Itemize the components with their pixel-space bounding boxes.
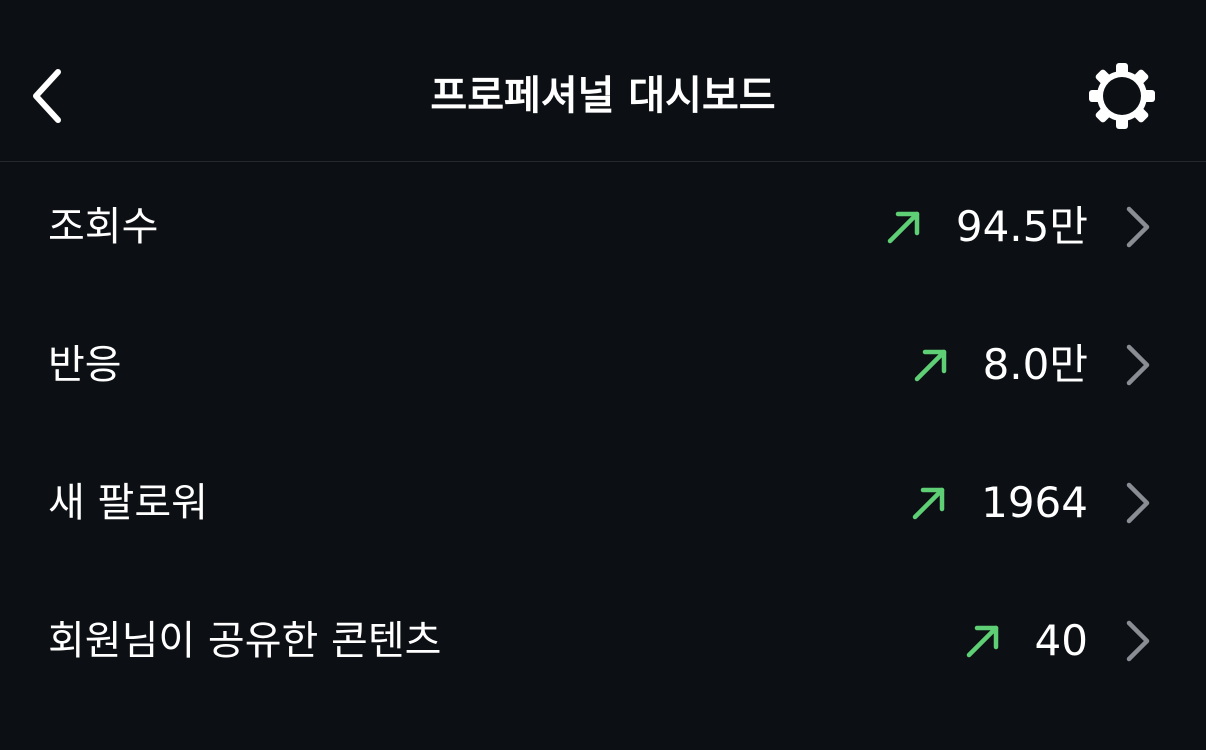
- trend-up-arrow-icon: [911, 345, 951, 385]
- gear-icon: [1089, 63, 1155, 129]
- metric-value-group: 40: [963, 611, 1154, 671]
- metric-row-shared-content[interactable]: 회원님이 공유한 콘텐츠 40: [0, 572, 1206, 710]
- metric-value: 40: [1034, 616, 1088, 665]
- metric-value-group: 94.5만: [884, 197, 1154, 257]
- metric-label: 반응: [48, 342, 122, 388]
- back-button[interactable]: [18, 60, 78, 132]
- chevron-right-icon: [1122, 481, 1154, 525]
- metric-value-group: 1964: [909, 473, 1154, 533]
- metric-row-views[interactable]: 조회수 94.5만: [0, 158, 1206, 296]
- chevron-left-icon: [33, 69, 61, 123]
- metric-row-reactions[interactable]: 반응 8.0만: [0, 296, 1206, 434]
- chevron-right-icon: [1122, 205, 1154, 249]
- top-app-bar: 프로페셔널 대시보드: [0, 0, 1206, 162]
- metric-value: 8.0만: [982, 340, 1088, 389]
- metric-row-new-followers[interactable]: 새 팔로워 1964: [0, 434, 1206, 572]
- trend-up-arrow-icon: [963, 621, 1003, 661]
- page-title: 프로페셔널 대시보드: [430, 73, 776, 119]
- metric-label: 조회수: [48, 204, 159, 250]
- metric-value-group: 8.0만: [911, 335, 1154, 395]
- metric-label: 새 팔로워: [48, 480, 208, 526]
- metric-value: 94.5만: [955, 202, 1088, 251]
- chevron-right-icon: [1122, 343, 1154, 387]
- chevron-right-icon: [1122, 619, 1154, 663]
- settings-button[interactable]: [1082, 58, 1162, 134]
- trend-up-arrow-icon: [884, 207, 924, 247]
- trend-up-arrow-icon: [909, 483, 949, 523]
- metric-label: 회원님이 공유한 콘텐츠: [48, 618, 442, 664]
- metric-value: 1964: [981, 478, 1088, 527]
